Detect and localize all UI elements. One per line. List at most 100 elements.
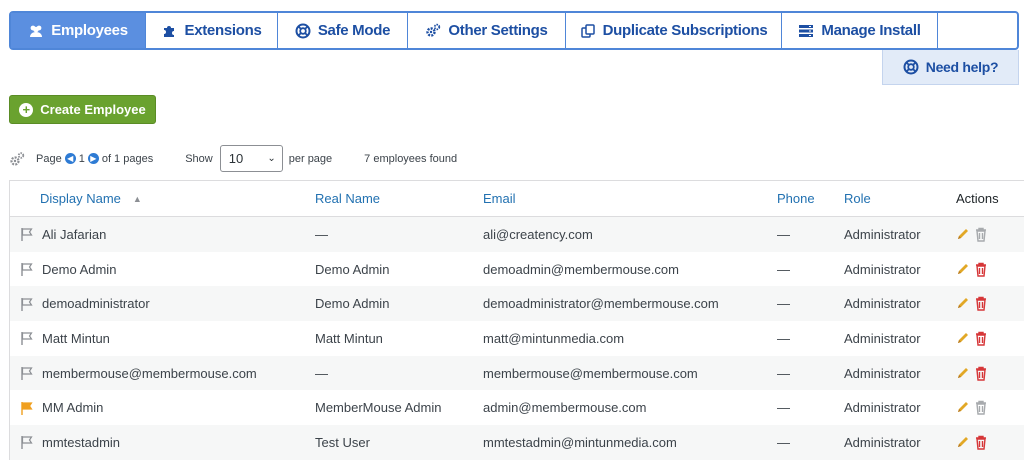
phone: — bbox=[777, 261, 790, 277]
flag-icon[interactable] bbox=[20, 297, 34, 311]
display-name: Matt Mintun bbox=[42, 330, 110, 346]
puzzle-icon bbox=[164, 25, 175, 37]
gears-icon bbox=[426, 23, 441, 37]
server-icon bbox=[799, 24, 814, 37]
tab-employees[interactable]: Employees bbox=[11, 13, 146, 48]
sort-asc-icon[interactable]: ▲ bbox=[133, 194, 142, 204]
col-display-name-label[interactable]: Display Name bbox=[40, 191, 121, 206]
col-real-name[interactable]: Real Name bbox=[315, 191, 380, 206]
create-employee-label: Create Employee bbox=[40, 102, 146, 117]
phone: — bbox=[777, 226, 790, 242]
current-page: 1 bbox=[78, 152, 85, 165]
tab-other-settings[interactable]: Other Settings bbox=[408, 13, 566, 48]
users-icon bbox=[30, 25, 43, 37]
next-page-icon[interactable]: ▶ bbox=[87, 153, 99, 164]
display-name: demoadministrator bbox=[42, 296, 150, 312]
tab-label: Extensions bbox=[184, 22, 262, 39]
flag-icon[interactable] bbox=[20, 331, 34, 346]
delete-trash-icon[interactable] bbox=[974, 262, 988, 277]
per-page-label: per page bbox=[288, 152, 333, 165]
per-page-value: 10 bbox=[228, 151, 244, 166]
real-name: — bbox=[315, 365, 328, 381]
table-row: mmtestadmin Test User mmtestadmin@mintun… bbox=[10, 425, 1024, 460]
email: demoadmin@membermouse.com bbox=[483, 261, 679, 277]
real-name: Demo Admin bbox=[315, 296, 390, 312]
tab-duplicate-subscriptions[interactable]: Duplicate Subscriptions bbox=[566, 13, 782, 48]
flag-icon[interactable] bbox=[20, 262, 34, 277]
email: mmtestadmin@mintunmedia.com bbox=[483, 434, 677, 450]
edit-pencil-icon[interactable] bbox=[956, 296, 970, 311]
tab-label: Safe Mode bbox=[317, 22, 391, 39]
flag-icon[interactable] bbox=[20, 401, 34, 415]
phone: — bbox=[777, 330, 790, 346]
delete-trash-icon[interactable] bbox=[974, 296, 988, 311]
edit-pencil-icon[interactable] bbox=[956, 435, 970, 450]
flag-icon[interactable] bbox=[20, 227, 34, 242]
real-name: Demo Admin bbox=[315, 261, 390, 277]
edit-pencil-icon[interactable] bbox=[956, 331, 970, 346]
col-display-name[interactable]: Display Name ▲ bbox=[10, 191, 315, 206]
plus-circle-icon: + bbox=[19, 102, 34, 117]
phone: — bbox=[777, 400, 790, 416]
display-name: MM Admin bbox=[42, 400, 104, 416]
col-email[interactable]: Email bbox=[483, 191, 516, 206]
col-phone[interactable]: Phone bbox=[777, 191, 815, 206]
email: admin@membermouse.com bbox=[483, 400, 647, 416]
create-employee-button[interactable]: + Create Employee bbox=[9, 95, 156, 124]
copy-icon bbox=[580, 23, 595, 38]
table-row: Demo Admin Demo Admin demoadmin@membermo… bbox=[10, 252, 1024, 287]
display-name: Ali Jafarian bbox=[42, 226, 107, 242]
delete-trash-icon[interactable] bbox=[974, 366, 988, 381]
display-name: mmtestadmin bbox=[42, 434, 121, 450]
role: Administrator bbox=[844, 400, 921, 416]
delete-trash-icon bbox=[976, 227, 986, 242]
table-body: Ali Jafarian — ali@creatency.com — Admin… bbox=[10, 217, 1024, 460]
email: demoadministrator@membermouse.com bbox=[483, 296, 719, 312]
gears-icon[interactable] bbox=[9, 151, 25, 167]
page-count: of 1 pages bbox=[101, 152, 154, 165]
tab-manage-install[interactable]: Manage Install bbox=[782, 13, 938, 48]
role: Administrator bbox=[844, 261, 921, 277]
display-name: Demo Admin bbox=[42, 261, 117, 277]
display-name: membermouse@membermouse.com bbox=[42, 365, 257, 381]
role: Administrator bbox=[844, 296, 921, 312]
phone: — bbox=[777, 365, 790, 381]
real-name: MemberMouse Admin bbox=[315, 400, 442, 416]
need-help-label: Need help? bbox=[925, 59, 999, 75]
real-name: Matt Mintun bbox=[315, 330, 383, 346]
delete-trash-icon[interactable] bbox=[974, 331, 988, 346]
show-label: Show bbox=[185, 152, 213, 165]
chevron-down-icon: ⌄ bbox=[267, 153, 276, 164]
col-actions: Actions bbox=[956, 191, 999, 206]
tab-extensions[interactable]: Extensions bbox=[146, 13, 278, 48]
table-header: Display Name ▲ Real Name Email Phone Role… bbox=[10, 181, 1024, 217]
need-help-button[interactable]: Need help? bbox=[882, 50, 1019, 85]
edit-pencil-icon[interactable] bbox=[956, 227, 970, 242]
table-row: Ali Jafarian — ali@creatency.com — Admin… bbox=[10, 217, 1024, 252]
role: Administrator bbox=[844, 365, 921, 381]
delete-trash-icon[interactable] bbox=[974, 435, 988, 450]
tab-label: Duplicate Subscriptions bbox=[602, 22, 768, 39]
edit-pencil-icon[interactable] bbox=[956, 400, 970, 415]
flag-icon[interactable] bbox=[20, 366, 34, 381]
role: Administrator bbox=[844, 330, 921, 346]
edit-pencil-icon[interactable] bbox=[956, 366, 970, 381]
tab-safe-mode[interactable]: Safe Mode bbox=[278, 13, 408, 48]
phone: — bbox=[777, 434, 790, 450]
flag-icon[interactable] bbox=[20, 435, 34, 450]
per-page-select[interactable]: 10 ⌄ bbox=[219, 145, 283, 172]
email: ali@creatency.com bbox=[483, 226, 593, 242]
email: membermouse@membermouse.com bbox=[483, 365, 698, 381]
role: Administrator bbox=[844, 434, 921, 450]
email: matt@mintunmedia.com bbox=[483, 330, 625, 346]
lifebuoy-icon bbox=[903, 59, 919, 75]
role: Administrator bbox=[844, 226, 921, 242]
col-role[interactable]: Role bbox=[844, 191, 871, 206]
table-row: Matt Mintun Matt Mintun matt@mintunmedia… bbox=[10, 321, 1024, 356]
settings-tabbar: Employees Extensions Safe Mode Other Set… bbox=[9, 11, 1019, 50]
prev-page-icon[interactable]: ◀ bbox=[64, 153, 76, 164]
real-name: Test User bbox=[315, 434, 370, 450]
edit-pencil-icon[interactable] bbox=[956, 262, 970, 277]
table-row: membermouse@membermouse.com — membermous… bbox=[10, 355, 1024, 391]
delete-trash-icon bbox=[976, 401, 986, 415]
